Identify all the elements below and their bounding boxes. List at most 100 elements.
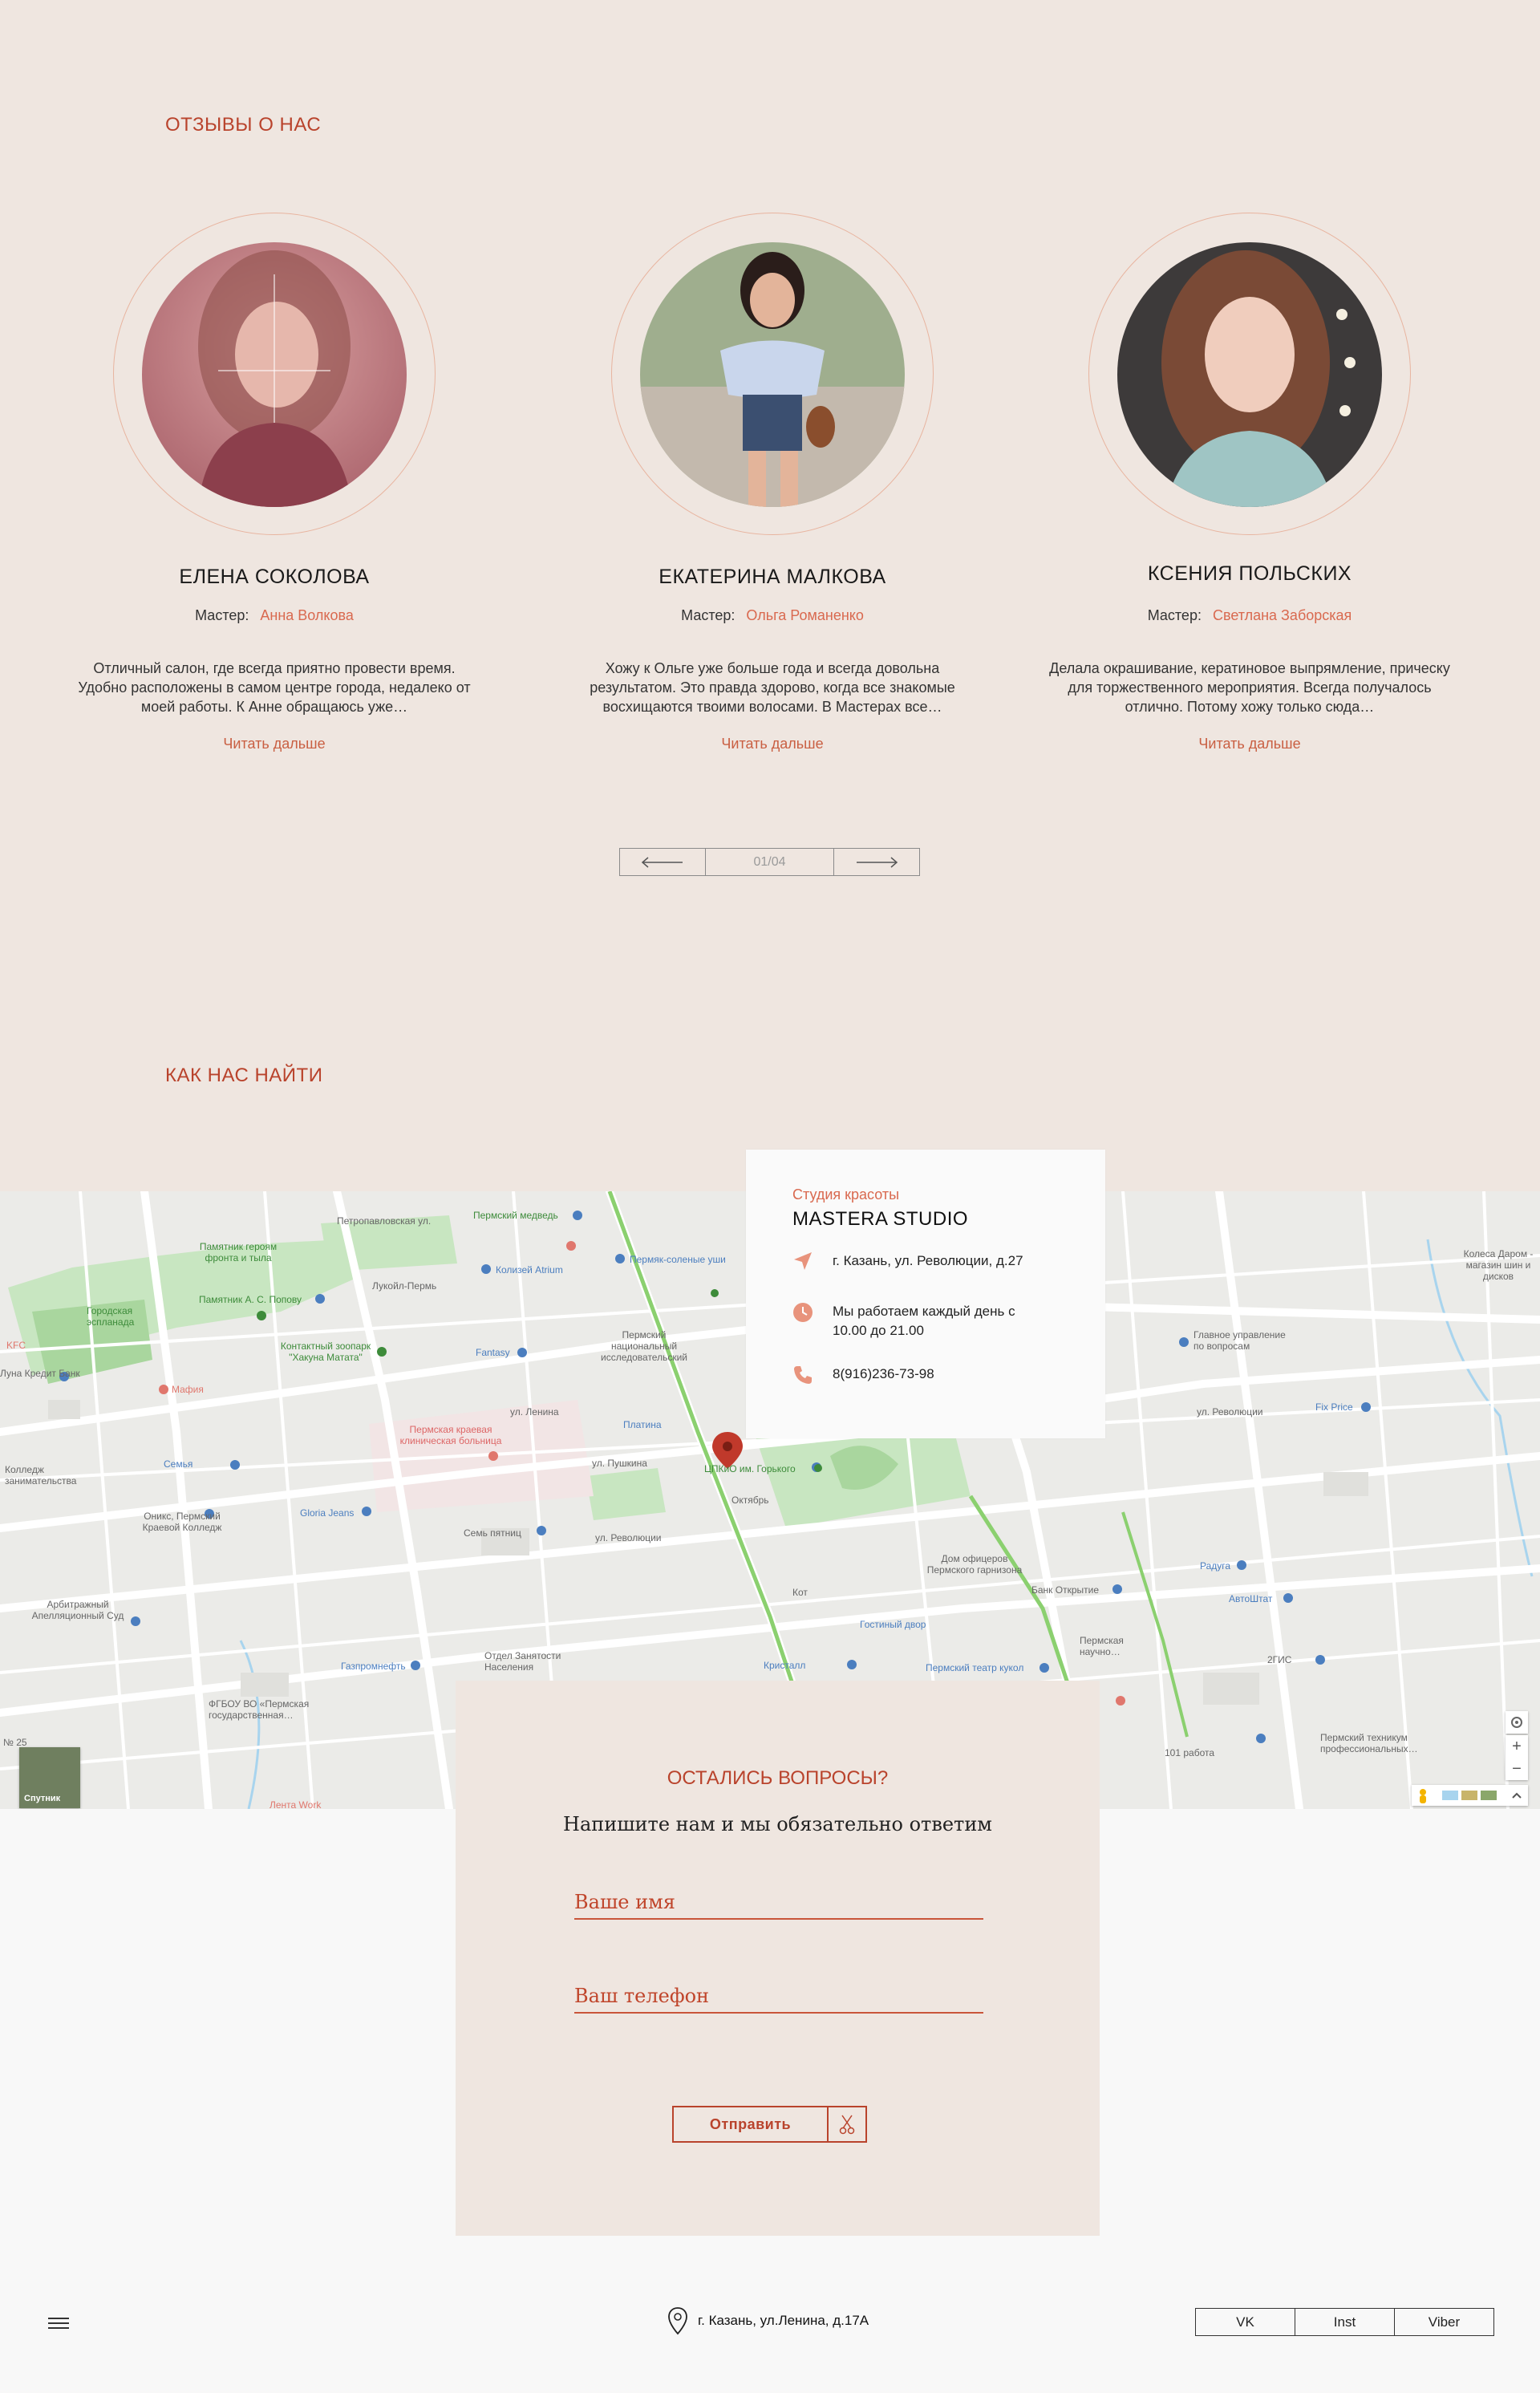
map-label: Пермяк-соленые уши [630,1254,726,1265]
map-label: Мафия [172,1384,204,1395]
social-vk[interactable]: VK [1196,2309,1295,2335]
read-more-link[interactable]: Читать дальше [548,736,997,752]
studio-name: MASTERA STUDIO [792,1208,969,1230]
review-text: Делала окрашивание, кератиновое выпрямле… [1049,660,1450,715]
locate-icon [1511,1717,1522,1728]
review-text: Хожу к Ольге уже больше года и всегда до… [590,660,955,715]
map-label: Главное управление по вопросам [1194,1329,1286,1352]
map-label: ЦПКиО им. Горького [704,1463,796,1474]
scissors-icon [827,2107,865,2141]
map-label: Пермская краевая клиническая больница [399,1424,502,1446]
form-title: ОСТАЛИСЬ ВОПРОСЫ? [667,1767,889,1789]
map-label: Оникс, Пермский Краевой Колледж [142,1511,222,1533]
map-label: Пермский театр кукол [926,1662,1024,1673]
map-label: Пермский медведь [473,1210,558,1221]
form-subtitle: Напишите нам и мы обязательно ответим [563,1813,992,1835]
map-label: Луна Кредит Банк [0,1368,80,1379]
map-label: Кот [792,1587,808,1598]
map-label: ул. Ленина [510,1406,559,1418]
next-button[interactable] [834,849,919,875]
master-name[interactable]: Светлана Заборская [1213,607,1352,623]
location-pin-icon [668,2307,687,2335]
footer: г. Казань, ул.Ленина, д.17А VK Inst Vibe… [0,2290,1540,2354]
map-label: Кристалл [764,1660,806,1671]
prev-button[interactable] [620,849,705,875]
map-layers-bar[interactable] [1412,1785,1528,1806]
zoom-out-button[interactable]: − [1506,1758,1528,1780]
social-links: VK Inst Viber [1195,2308,1494,2336]
map-label: АвтоШтат [1229,1593,1273,1604]
map-label: Контактный зоопарк "Хакуна Матата" [280,1340,371,1363]
map-label: Лукойл-Пермь [372,1280,437,1292]
map-label: Пермский национальный исследовательский [601,1329,687,1363]
submit-button[interactable]: Отправить [672,2106,867,2143]
clock-icon [793,1303,813,1322]
read-more-link[interactable]: Читать дальше [50,736,499,752]
map-label: Отдел Занятости Населения [484,1650,561,1673]
map-label: Gloria Jeans [300,1507,355,1519]
reviews-title: ОТЗЫВЫ О НАС [165,114,322,136]
social-viber[interactable]: Viber [1394,2309,1493,2335]
phone-text[interactable]: 8(916)236-73-98 [833,1365,934,1384]
hours-row: Мы работаем каждый день с 10.00 до 21.00 [792,1302,1049,1340]
map-label: Семь пятниц [464,1527,521,1539]
review-text: Отличный салон, где всегда приятно прове… [78,660,471,715]
master-name[interactable]: Ольга Романенко [746,607,863,623]
map-label: Памятник героям фронта и тыла [199,1241,278,1263]
footer-address-text: г. Казань, ул.Ленина, д.17А [698,2313,869,2328]
satellite-toggle[interactable]: Спутник [19,1747,80,1808]
zoom-in-button[interactable]: + [1506,1735,1528,1758]
map-label: ул. Пушкина [592,1458,647,1469]
reviewer-photo [640,242,905,507]
map-label: Газпромнефть [341,1661,406,1672]
map-label: Семья [164,1458,193,1470]
map-label: 101 работа [1165,1747,1215,1758]
reviewer-name: ЕЛЕНА СОКОЛОВА [179,566,370,588]
pegman-icon [1420,1789,1522,1803]
review-card: ЕКАТЕРИНА МАЛКОВА Мастер: Ольга Романенко… [548,213,997,774]
address-text: г. Казань, ул. Революции, д.27 [833,1253,1023,1268]
arrow-left-icon [641,856,683,868]
master-name[interactable]: Анна Волкова [260,607,353,623]
read-more-link[interactable]: Читать дальше [1025,736,1474,752]
find-us-title: КАК НАС НАЙТИ [165,1065,323,1086]
map-label: Дом офицеров Пермского гарнизона [926,1553,1023,1576]
map-label: 2ГИС [1267,1654,1292,1665]
arrow-right-icon [857,856,898,868]
map-label: KFC [6,1340,26,1351]
map-label: Петропавловская ул. [337,1215,432,1227]
map-label: Fantasy [476,1347,510,1358]
navigation-arrow-icon [794,1252,812,1270]
reviewer-photo [142,242,407,507]
satellite-label: Спутник [24,1794,61,1803]
contact-card: Студия красоты MASTERA STUDIO г. Казань,… [746,1150,1105,1438]
map-label: Пермский техникум профессиональных… [1320,1732,1418,1754]
reviewer-photo [1117,242,1382,507]
review-card: КСЕНИЯ ПОЛЬСКИХ Мастер: Светлана Заборска… [1025,213,1474,774]
map-label: № 25 [3,1737,27,1748]
map-label: ФГБОУ ВО «Пермская государственная… [209,1698,310,1721]
map-label: Городская эспланада [87,1305,135,1328]
master-line: Мастер: Анна Волкова [50,607,499,624]
map-label: Колледж занимательства [5,1464,77,1486]
phone-row: 8(916)236-73-98 [792,1365,934,1385]
map-label: Колеса Даром - магазин шин и дисков [1463,1248,1534,1282]
my-location-button[interactable] [1506,1711,1528,1734]
map-label: Колизей Atrium [496,1264,563,1276]
map-label: Пермская научно… [1080,1635,1124,1657]
contact-form: ОСТАЛИСЬ ВОПРОСЫ? Напишите нам и мы обяз… [456,1681,1100,2236]
map-label: Октябрь [732,1495,769,1506]
master-label: Мастер: [1147,607,1202,623]
map-label: Арбитражный Апелляционный Суд [31,1599,124,1621]
phone-icon [794,1366,812,1384]
menu-icon[interactable] [48,2314,69,2332]
master-line: Мастер: Ольга Романенко [548,607,997,624]
phone-field[interactable]: Ваш телефон [574,1985,983,2014]
reviews-pager: 01/04 [619,848,920,876]
map-label: Памятник А. С. Попову [199,1294,302,1305]
map-label: ул. Революции [1197,1406,1263,1418]
name-field[interactable]: Ваше имя [574,1891,983,1920]
social-inst[interactable]: Inst [1295,2309,1394,2335]
page-counter: 01/04 [705,849,834,875]
map-label: Лента Work [270,1799,322,1809]
